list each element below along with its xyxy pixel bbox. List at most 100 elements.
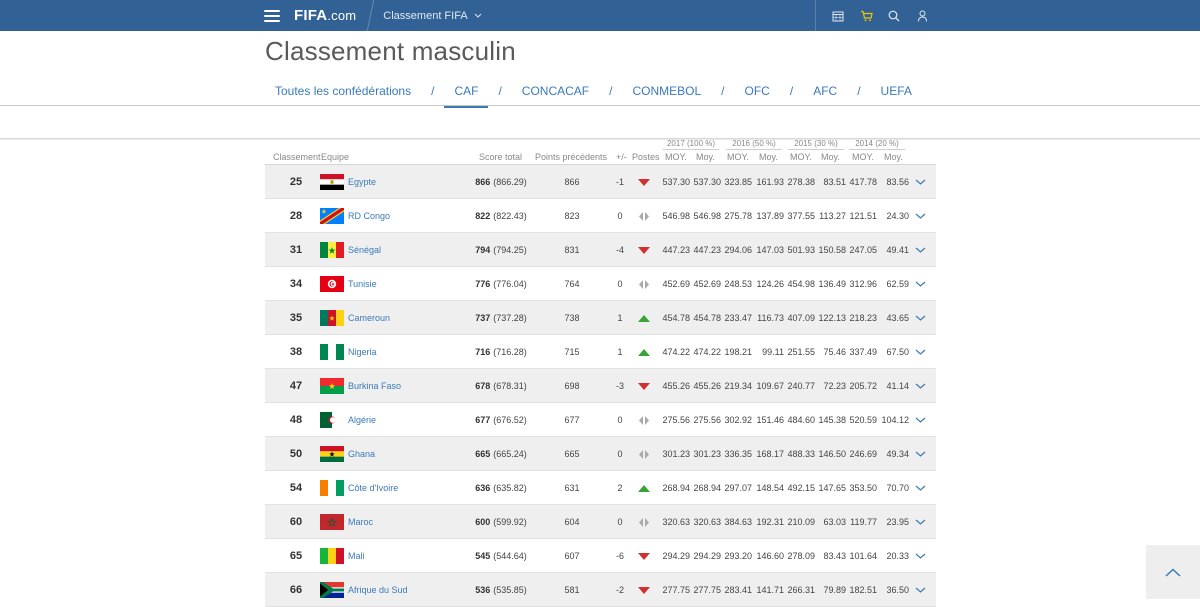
table-row[interactable]: 66 Afrique du Sud 536 (535.85) 581 -2 277.75 27… (265, 573, 936, 607)
value-cell: 63.03 (823, 517, 846, 527)
col-previous-points[interactable]: Points précédents (535, 152, 607, 162)
table-row[interactable]: 28 RD Congo 822 (822.43) 823 0 546.98 546.98 275… (265, 199, 936, 233)
col-average[interactable]: MOY. (665, 152, 687, 162)
tab-separator: / (609, 84, 613, 98)
expand-row-button[interactable] (911, 403, 929, 437)
rank-cell: 38 (289, 346, 303, 358)
table-row[interactable]: 35 Cameroun 737 (737.28) 738 1 454.78 454.78 233… (265, 301, 936, 335)
user-icon[interactable] (908, 0, 936, 31)
score-exact: (635.82) (493, 483, 527, 493)
value-cell: 233.47 (724, 313, 752, 323)
previous-points-cell: 866 (564, 177, 580, 187)
table-row[interactable]: 65 Mali 545 (544.64) 607 -6 294.29 294.29 293.20… (265, 539, 936, 573)
table-row[interactable]: 31 Sénégal 794 (794.25) 831 -4 447.23 447.23 294… (265, 233, 936, 267)
team-link[interactable]: Ghana (348, 437, 375, 471)
table-row[interactable]: 50 Ghana 665 (665.24) 665 0 301.23 301.23 336.35… (265, 437, 936, 471)
value-cell: 161.93 (756, 177, 784, 187)
value-cell: 79.89 (823, 585, 846, 595)
team-link[interactable]: Afrique du Sud (348, 573, 408, 607)
value-cell: 182.51 (849, 585, 877, 595)
scroll-to-top-button[interactable] (1146, 545, 1200, 599)
table-row[interactable]: 47 Burkina Faso 678 (678.31) 698 -3 455.26 455.… (265, 369, 936, 403)
col-average[interactable]: MOY. (727, 152, 749, 162)
diff-cell: -4 (615, 245, 624, 255)
value-cell: 122.13 (818, 313, 846, 323)
team-link[interactable]: Tunisie (348, 267, 377, 301)
expand-row-button[interactable] (911, 199, 929, 233)
team-link[interactable]: Maroc (348, 505, 373, 539)
score-exact: (535.85) (493, 585, 527, 595)
tab-toutes-les-conf-d-rations[interactable]: Toutes les confédérations (265, 78, 421, 106)
col-average[interactable]: MOY. (852, 152, 874, 162)
value-cell: 320.63 (662, 517, 690, 527)
cart-icon[interactable] (852, 0, 880, 31)
tab-conmebol[interactable]: CONMEBOL (622, 78, 711, 106)
expand-row-button[interactable] (911, 267, 929, 301)
col-average[interactable]: MOY. (790, 152, 812, 162)
team-link[interactable]: Côte d'Ivoire (348, 471, 398, 505)
menu-icon[interactable] (264, 9, 280, 22)
col-rank[interactable]: Classement (273, 152, 321, 162)
col-positions[interactable]: Postes (632, 152, 660, 162)
tab-separator: / (857, 84, 861, 98)
chevron-down-icon (915, 519, 925, 525)
expand-row-button[interactable] (911, 539, 929, 573)
expand-row-button[interactable] (911, 301, 929, 335)
team-link[interactable]: Cameroun (348, 301, 390, 335)
logo-suffix: .com (327, 8, 357, 23)
value-cell: 151.46 (756, 415, 784, 425)
col-score[interactable]: Score total (479, 152, 522, 162)
value-cell: 353.50 (849, 483, 877, 493)
value-cell: 294.29 (662, 551, 690, 561)
expand-row-button[interactable] (911, 437, 929, 471)
expand-row-button[interactable] (911, 369, 929, 403)
team-link[interactable]: RD Congo (348, 199, 390, 233)
ranking-dropdown[interactable]: Classement FIFA (383, 9, 482, 22)
value-cell: 43.65 (886, 313, 909, 323)
table-row[interactable]: 60 Maroc 600 (599.92) 604 0 320.63 320.63 384.63… (265, 505, 936, 539)
expand-row-button[interactable] (911, 573, 929, 607)
expand-row-button[interactable] (911, 233, 929, 267)
table-row[interactable]: 48 Algérie 677 (676.52) 677 0 275.56 275.56 302.… (265, 403, 936, 437)
trend-down-icon (637, 539, 651, 573)
tab-ofc[interactable]: OFC (735, 78, 780, 106)
team-link[interactable]: Nigeria (348, 335, 377, 369)
team-link[interactable]: Sénégal (348, 233, 381, 267)
score-total: 822 (475, 211, 491, 221)
table-row[interactable]: 25 Egypte 866 (866.29) 866 -1 537.30 537.30 323.… (265, 165, 936, 199)
expand-row-button[interactable] (911, 165, 929, 199)
value-cell: 137.89 (756, 211, 784, 221)
expand-row-button[interactable] (911, 471, 929, 505)
col-weighted-average[interactable]: Moy. (759, 152, 778, 162)
table-row[interactable]: 34 Tunisie 776 (776.04) 764 0 452.69 452.69 248.… (265, 267, 936, 301)
expand-row-button[interactable] (911, 335, 929, 369)
table-row[interactable]: 54 Côte d'Ivoire 636 (635.82) 631 2 268.94 268.… (265, 471, 936, 505)
team-link[interactable]: Mali (348, 539, 365, 573)
col-weighted-average[interactable]: Moy. (821, 152, 840, 162)
previous-points-cell: 677 (564, 415, 580, 425)
col-weighted-average[interactable]: Moy. (696, 152, 715, 162)
tab-caf[interactable]: CAF (444, 78, 489, 108)
tab-afc[interactable]: AFC (803, 78, 847, 106)
col-weighted-average[interactable]: Moy. (884, 152, 903, 162)
value-cell: 41.14 (886, 381, 909, 391)
fifa-logo[interactable]: FIFA.com (294, 7, 356, 24)
tab-concacaf[interactable]: CONCACAF (512, 78, 599, 106)
team-link[interactable]: Egypte (348, 165, 376, 199)
value-cell: 248.53 (724, 279, 752, 289)
flag-southafrica-icon (320, 582, 344, 598)
search-icon[interactable] (880, 0, 908, 31)
year-header: 2015 (30 %) (788, 139, 844, 150)
col-diff[interactable]: +/- (616, 152, 627, 162)
tab-separator: / (431, 84, 435, 98)
col-team[interactable]: Equipe (321, 152, 349, 162)
chevron-down-icon (915, 383, 925, 389)
table-row[interactable]: 38 Nigeria 716 (716.28) 715 1 474.22 474.22 198.… (265, 335, 936, 369)
team-link[interactable]: Burkina Faso (348, 369, 401, 403)
calendar-icon[interactable] (824, 0, 852, 31)
score-cell: 600 (599.92) (471, 505, 531, 539)
tab-uefa[interactable]: UEFA (871, 78, 922, 106)
team-link[interactable]: Algérie (348, 403, 376, 437)
expand-row-button[interactable] (911, 505, 929, 539)
ranking-dropdown-label: Classement FIFA (383, 9, 468, 22)
